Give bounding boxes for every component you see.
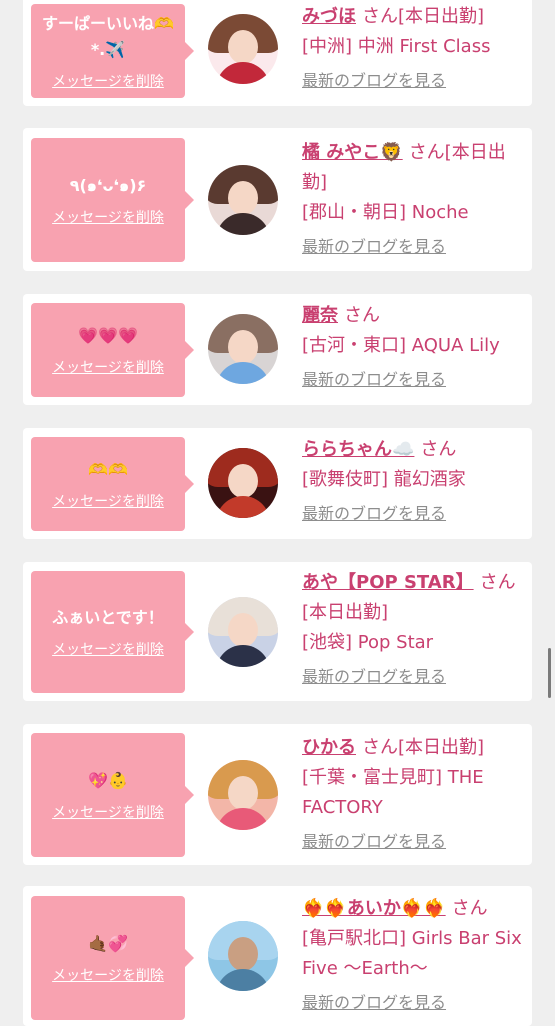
latest-blog-link[interactable]: 最新のブログを見る [302,232,446,262]
delete-message-link[interactable]: メッセージを削除 [52,357,164,377]
message-bubble: すーぱーいいね🫶 *.✈️ メッセージを削除 [31,4,194,98]
shop-name: [古河・東口] AQUA Lily [302,335,500,356]
delete-message-link[interactable]: メッセージを削除 [52,639,164,659]
message-text: 🤙🏾💞 [88,934,128,953]
latest-blog-link[interactable]: 最新のブログを見る [302,499,446,529]
message-card: ふぁいとです！ メッセージを削除 あや【POP STAR】 さん[本日出勤] [池… [23,562,532,701]
avatar[interactable] [208,314,278,384]
avatar[interactable] [208,921,278,991]
cast-status: さん [420,439,457,460]
message-text: すーぱーいいね🫶 *.✈️ [42,14,174,59]
message-bubble: ふぁいとです！ メッセージを削除 [31,571,194,693]
message-card: すーぱーいいね🫶 *.✈️ メッセージを削除 みづほ さん[本日出勤] [中洲] … [23,0,532,106]
cast-name-link[interactable]: ひかる [302,737,356,758]
delete-message-link[interactable]: メッセージを削除 [52,965,164,985]
latest-blog-link[interactable]: 最新のブログを見る [302,662,446,692]
message-text: ふぁいとです！ [52,608,164,627]
cast-status: さん [451,898,488,919]
cast-name-link[interactable]: 麗奈 [302,305,338,326]
delete-message-link[interactable]: メッセージを削除 [52,71,164,91]
message-card: 🤙🏾💞 メッセージを削除 ❤️‍🔥❤️‍🔥あいか❤️‍🔥❤️‍🔥 さん [亀戸駅北… [23,886,532,1026]
latest-blog-link[interactable]: 最新のブログを見る [302,66,446,96]
message-bubble: 🤙🏾💞 メッセージを削除 [31,896,194,1020]
shop-name: [亀戸駅北口] Girls Bar Six Five 〜Earth〜 [302,928,522,979]
message-card: 🫶🫶 メッセージを削除 ららちゃん☁️ さん [歌舞伎町] 龍幻酒家 最新のブログ… [23,428,532,539]
avatar[interactable] [208,448,278,518]
latest-blog-link[interactable]: 最新のブログを見る [302,827,446,857]
scrollbar[interactable] [548,648,551,698]
message-card: 💖👶 メッセージを削除 ひかる さん[本日出勤] [千葉・富士見町] THE FA… [23,724,532,865]
cast-name-link[interactable]: ❤️‍🔥❤️‍🔥あいか❤️‍🔥❤️‍🔥 [302,898,446,919]
cast-status: さん[本日出勤] [362,6,485,27]
message-text: ٩(๑❛ᴗ❛๑)۶ [69,176,147,195]
message-card: ٩(๑❛ᴗ❛๑)۶ メッセージを削除 橘 みやこ🦁 さん[本日出勤] [郡山・朝日… [23,128,532,271]
cast-name-link[interactable]: あや【POP STAR】 [302,572,474,593]
delete-message-link[interactable]: メッセージを削除 [52,491,164,511]
cast-name-link[interactable]: ららちゃん☁️ [302,439,414,460]
avatar[interactable] [208,14,278,84]
cast-status: さん [344,305,380,326]
latest-blog-link[interactable]: 最新のブログを見る [302,988,446,1018]
cast-name-link[interactable]: 橘 みやこ🦁 [302,142,403,163]
shop-name: [歌舞伎町] 龍幻酒家 [302,469,466,490]
message-bubble: 💗💗💗 メッセージを削除 [31,303,194,397]
avatar[interactable] [208,165,278,235]
shop-name: [中洲] 中洲 First Class [302,36,491,57]
shop-name: [千葉・富士見町] THE FACTORY [302,767,484,818]
message-card: 💗💗💗 メッセージを削除 麗奈 さん [古河・東口] AQUA Lily 最新のブ… [23,294,532,405]
message-text: 🫶🫶 [88,460,128,479]
message-bubble: 💖👶 メッセージを削除 [31,733,194,857]
delete-message-link[interactable]: メッセージを削除 [52,207,164,227]
message-bubble: 🫶🫶 メッセージを削除 [31,437,194,531]
message-text: 💗💗💗 [78,326,138,345]
shop-name: [郡山・朝日] Noche [302,202,469,223]
avatar[interactable] [208,597,278,667]
message-bubble: ٩(๑❛ᴗ❛๑)۶ メッセージを削除 [31,138,194,262]
delete-message-link[interactable]: メッセージを削除 [52,802,164,822]
avatar[interactable] [208,760,278,830]
latest-blog-link[interactable]: 最新のブログを見る [302,365,446,395]
message-text: 💖👶 [88,771,128,790]
cast-status: さん[本日出勤] [362,737,485,758]
cast-name-link[interactable]: みづほ [302,6,356,27]
shop-name: [池袋] Pop Star [302,632,434,653]
